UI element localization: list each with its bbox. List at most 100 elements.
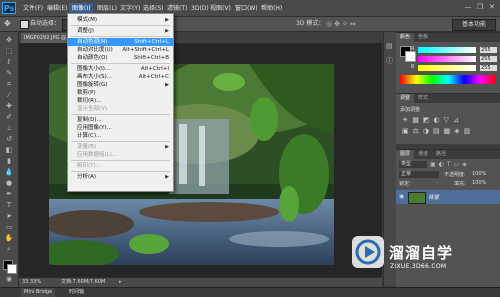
crop-icon[interactable]: ⌗ [4,80,14,89]
layer-filter-kind[interactable]: 类型 [399,161,427,168]
adjustments-panel-tabs: 调整 样式 [396,94,500,103]
submenu-arrow-icon: ▶ [165,174,169,180]
marquee-icon[interactable]: ⬚ [4,47,14,56]
history-brush-icon[interactable]: ↺ [4,135,14,144]
auto-select-checkbox[interactable] [20,20,29,29]
close-icon[interactable]: ✕ [487,2,497,12]
image-menu-item[interactable]: 模式(M) ▶ [68,16,173,24]
dodge-icon[interactable]: ● [4,179,14,188]
color-spectrum-bar[interactable] [400,75,496,84]
menu-item-label: 图像旋转(G) [77,82,108,88]
watermark-subtitle: ZIXUE.3D66.COM [390,263,447,270]
tab-styles[interactable]: 样式 [414,94,432,103]
minimize-icon[interactable]: — [463,2,473,12]
image-menu-item[interactable]: 图像大小(I)... Alt+Ctrl+I [68,65,173,73]
background-color-swatch[interactable] [7,264,17,274]
image-menu-item[interactable]: 调整(J) ▶ [68,27,173,35]
menu-separator [71,141,170,142]
image-menu-item[interactable]: 裁切(R)... [68,97,173,105]
blur-icon[interactable]: 💧 [4,168,14,177]
move-tool-icon[interactable]: ✥ [4,19,16,29]
image-menu-item[interactable]: 自动色调(N) Shift+Ctrl+L [68,38,173,46]
workspace-switcher[interactable]: 基本功能 [452,19,496,31]
properties-panel-icon[interactable]: ⓘ [386,56,393,66]
tab-swatches[interactable]: 色板 [414,33,432,42]
menu-item-label: 陷印(T)... [77,163,101,169]
menu-item-label: 分析(A) [77,174,97,180]
blend-mode-select[interactable]: 正常 [399,171,439,178]
type-icon[interactable]: T [4,201,14,210]
menu-file[interactable]: 文件(F) [20,3,46,14]
g-slider[interactable] [418,56,476,62]
path-select-icon[interactable]: ➤ [4,212,14,221]
hand-icon[interactable]: ✋ [4,234,14,243]
pen-icon[interactable]: ✒ [4,190,14,199]
3d-mode-icons[interactable]: ◎✥✧⇔ [326,20,366,29]
layers-panel-tabs: 图层 通道 路径 [396,150,500,159]
adjustment-icons-row-2[interactable]: ▣⚖◑▤▩◈▥ [402,127,494,135]
image-menu-item[interactable]: 画布大小(S)... Alt+Ctrl+C [68,73,173,81]
image-menu-item[interactable]: 裁剪(P) [68,89,173,97]
gradient-icon[interactable]: ▮ [4,157,14,166]
fill-value[interactable]: 100% [472,180,486,186]
adjustment-icons-row-1[interactable]: ☀▦◩◐▽⊿ [402,116,494,124]
shape-icon[interactable]: ▭ [4,223,14,232]
image-menu-item[interactable]: 图像旋转(G) ▶ [68,81,173,89]
brush-icon[interactable]: ✐ [4,113,14,122]
layer-row-background[interactable]: ◉ 背景 [396,190,500,204]
menu-view[interactable]: 视图(V) [207,3,234,14]
status-menu-arrow-icon[interactable]: ▸ [119,278,122,287]
tab-paths[interactable]: 路径 [432,150,450,159]
menu-item-label: 复制(D)... [77,117,102,123]
auto-select-label: 自动选择： [30,20,61,27]
image-menu-item: 应用数据组(L)... [68,151,173,159]
tab-layers[interactable]: 图层 [396,150,415,159]
healing-brush-icon[interactable]: ✚ [4,102,14,111]
clone-stamp-icon[interactable]: ⊥ [4,124,14,133]
quick-mask-icon[interactable]: ◉ [4,275,14,284]
b-slider[interactable] [418,65,476,71]
tab-color[interactable]: 颜色 [396,33,415,42]
history-panel-icon[interactable]: ▤ [386,42,393,50]
watermark-logo-icon [352,236,384,268]
opacity-value[interactable]: 100% [472,171,486,177]
menu-window[interactable]: 窗口(W) [232,3,261,14]
menu-item-label: 裁切(R)... [77,98,102,104]
r-slider[interactable] [418,47,476,53]
tab-adjustments[interactable]: 调整 [396,94,415,103]
color-panel: 颜色 色板 R 255 G 255 B 255 [396,32,500,93]
layer-name[interactable]: 背景 [428,193,439,201]
menu-help[interactable]: 帮助(H) [258,3,285,14]
image-menu-item[interactable]: 分析(A) ▶ [68,173,173,181]
image-menu-item[interactable]: 应用图像(Y)... [68,124,173,132]
visibility-eye-icon[interactable]: ◉ [399,193,404,200]
eyedropper-icon[interactable]: ⁄ [4,91,14,100]
image-menu-item[interactable]: 计算(C)... [68,132,173,140]
layer-filter-icons[interactable]: ▣◐T▭◈ [430,161,496,168]
image-menu-item[interactable]: 自动颜色(O) Shift+Ctrl+B [68,54,173,62]
r-channel-label: R [411,46,415,52]
image-menu-item: 陷印(T)... [68,162,173,170]
menu-separator [71,25,170,26]
menu-item-shortcut: Shift+Ctrl+L [134,39,169,45]
quick-select-icon[interactable]: ✎ [4,69,14,78]
lasso-icon[interactable]: ℓ [4,58,14,67]
image-menu-item[interactable]: 自动对比度(U) Alt+Shift+Ctrl+L [68,46,173,54]
status-bar: 33.33% 文档:7.60M/7.60M ▸ [19,277,382,287]
zoom-icon[interactable]: ⌕ [4,245,14,254]
r-value-field[interactable]: 255 [480,47,497,53]
zoom-level[interactable]: 33.33% [22,278,41,287]
tab-channels[interactable]: 通道 [414,150,432,159]
g-value-field[interactable]: 255 [480,56,497,62]
move-icon[interactable]: ✥ [4,36,14,45]
menu-item-label: 模式(M) [77,17,98,23]
submenu-arrow-icon: ▶ [165,28,169,34]
b-value-field[interactable]: 255 [480,65,497,71]
menu-item-shortcut: Shift+Ctrl+B [133,55,169,61]
menu-item-label: 自动色调(N) [77,39,108,45]
eraser-icon[interactable]: ◧ [4,146,14,155]
restore-icon[interactable]: ❐ [475,2,485,12]
image-menu-item[interactable]: 复制(D)... [68,116,173,124]
image-menu-item: 变量(B) ▶ [68,143,173,151]
adjustments-panel: 调整 样式 添加调整 ☀▦◩◐▽⊿ ▣⚖◑▤▩◈▥ [396,93,500,144]
